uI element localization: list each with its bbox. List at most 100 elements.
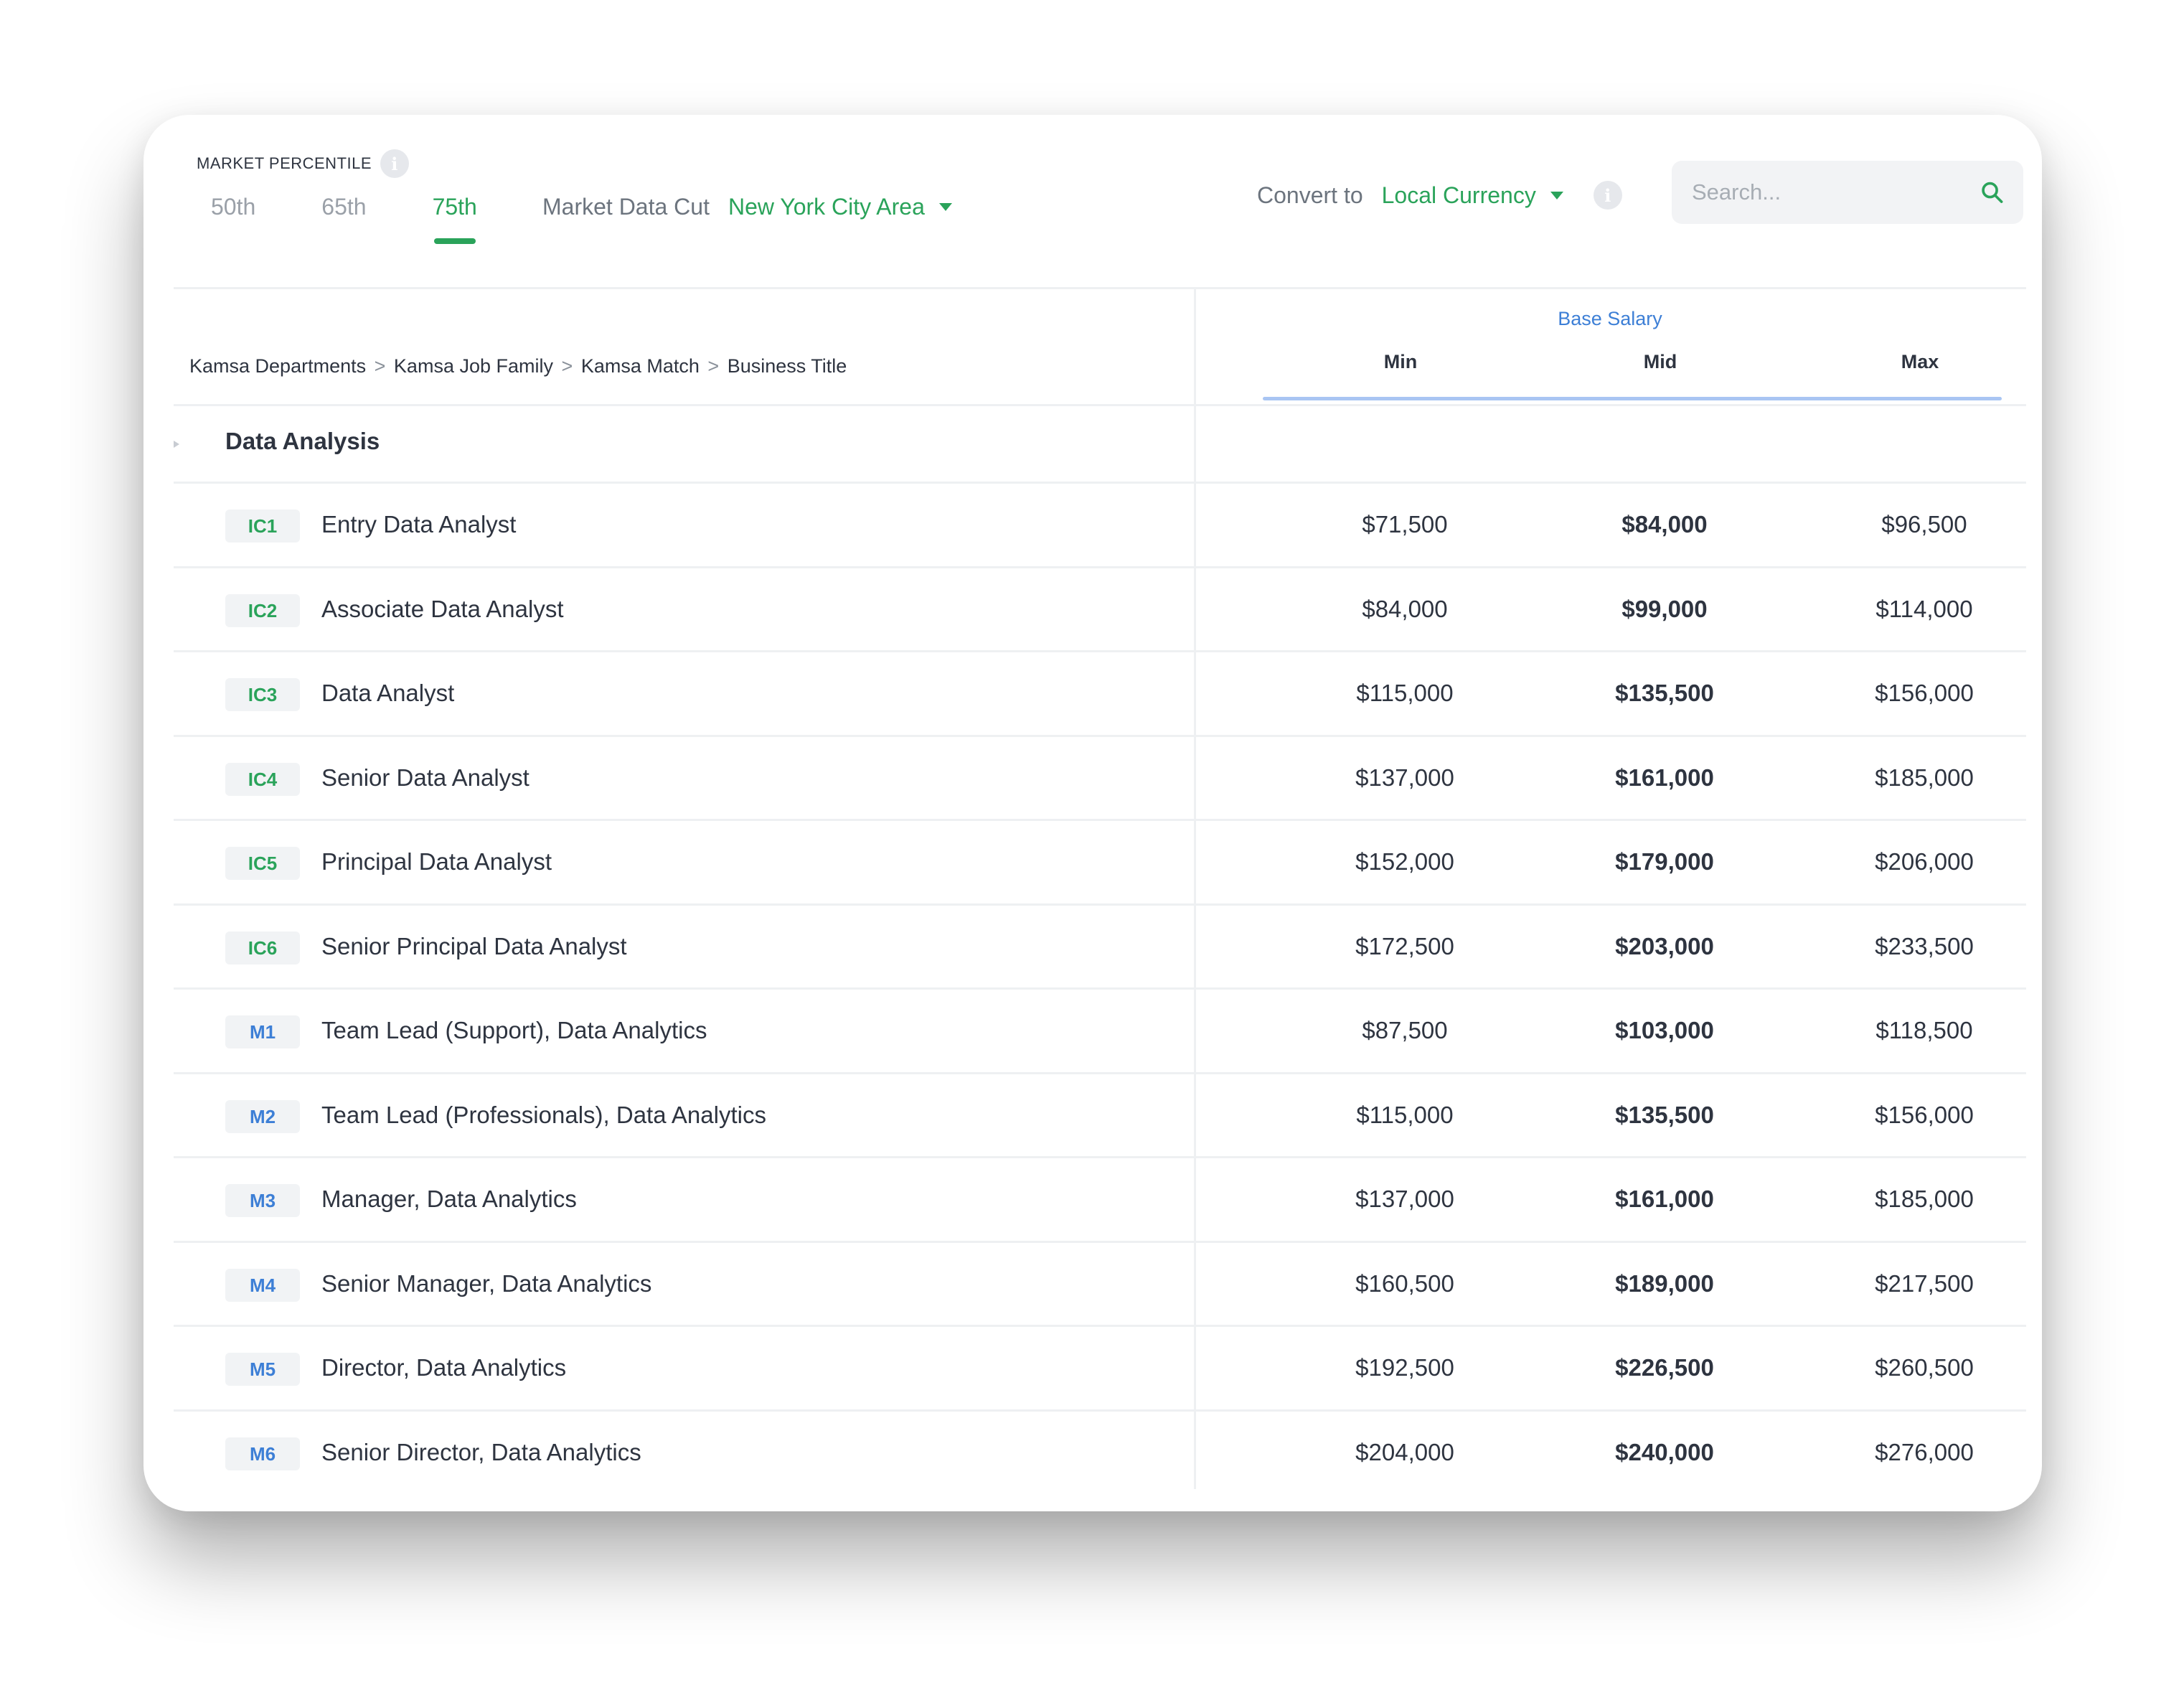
- group-row[interactable]: Data Analysis: [174, 406, 2026, 484]
- table-body: IC1 Entry Data Analyst $71,500 $84,000 $96,5…: [174, 484, 2026, 1493]
- market-percentile-text: MARKET PERCENTILE: [197, 154, 372, 172]
- chevron-right-icon[interactable]: [174, 441, 179, 448]
- breadcrumb-separator: >: [561, 355, 573, 377]
- salary-max: $276,000: [1875, 1438, 1974, 1465]
- table-row[interactable]: M2 Team Lead (Professionals), Data Analyt…: [174, 1074, 2026, 1158]
- job-title: Senior Manager, Data Analytics: [321, 1269, 652, 1297]
- base-salary-header: Base Salary: [1558, 308, 1662, 329]
- job-title: Principal Data Analyst: [321, 848, 552, 875]
- level-badge: IC6: [225, 931, 300, 964]
- caret-down-icon[interactable]: [1550, 191, 1563, 200]
- salary-min: $152,000: [1355, 848, 1454, 875]
- salary-max: $185,000: [1875, 764, 1974, 791]
- level-badge: M6: [225, 1437, 300, 1470]
- salary-min: $84,000: [1362, 595, 1448, 622]
- info-icon[interactable]: i: [1593, 181, 1622, 210]
- breadcrumb-separator: >: [707, 355, 720, 377]
- table-row[interactable]: IC2 Associate Data Analyst $84,000 $99,000 $…: [174, 568, 2026, 652]
- table-header: Kamsa Departments > Kamsa Job Family > K…: [174, 287, 2026, 406]
- job-title: Senior Director, Data Analytics: [321, 1438, 641, 1465]
- breadcrumb-item[interactable]: Kamsa Job Family: [394, 355, 553, 377]
- salary-table: Kamsa Departments > Kamsa Job Family > K…: [174, 287, 2026, 1493]
- percentile-tabs: 50th 65th 75th: [211, 194, 543, 244]
- salary-max: $118,500: [1875, 1017, 1973, 1043]
- salary-max: $206,000: [1875, 848, 1974, 875]
- salary-min: $172,500: [1355, 932, 1454, 959]
- table-row[interactable]: IC1 Entry Data Analyst $71,500 $84,000 $96,5…: [174, 484, 2026, 568]
- salary-max: $233,500: [1875, 932, 1974, 959]
- market-data-cut-dropdown[interactable]: New York City Area: [728, 194, 925, 220]
- salary-min: $115,000: [1356, 680, 1454, 706]
- tab-75th[interactable]: 75th: [433, 194, 477, 244]
- job-title: Director, Data Analytics: [321, 1354, 567, 1381]
- search-input[interactable]: [1690, 179, 1980, 206]
- salary-max: $156,000: [1875, 680, 1974, 706]
- job-title: Entry Data Analyst: [321, 511, 517, 538]
- tab-65th[interactable]: 65th: [321, 194, 366, 220]
- breadcrumb-separator: >: [374, 355, 386, 377]
- job-title: Team Lead (Support), Data Analytics: [321, 1017, 707, 1043]
- salary-mid: $240,000: [1615, 1438, 1714, 1465]
- table-row[interactable]: IC5 Principal Data Analyst $152,000 $179,00…: [174, 821, 2026, 906]
- job-title: Team Lead (Professionals), Data Analytic…: [321, 1101, 766, 1128]
- level-badge: IC3: [225, 678, 300, 711]
- salary-max: $260,500: [1875, 1354, 1974, 1381]
- info-icon[interactable]: i: [380, 149, 410, 178]
- breadcrumb-item[interactable]: Kamsa Departments: [189, 355, 366, 377]
- salary-mid: $179,000: [1615, 848, 1714, 875]
- table-row[interactable]: IC6 Senior Principal Data Analyst $172,500…: [174, 906, 2026, 990]
- column-header-min[interactable]: Min: [1329, 351, 1472, 373]
- salary-mid: $135,500: [1615, 680, 1714, 706]
- salary-mid: $203,000: [1615, 932, 1714, 959]
- level-badge: M4: [225, 1268, 300, 1302]
- salary-min: $160,500: [1355, 1269, 1454, 1297]
- salary-mid: $135,500: [1615, 1101, 1714, 1128]
- table-row[interactable]: M6 Senior Director, Data Analytics $204,00…: [174, 1412, 2026, 1494]
- search-box: [1672, 161, 2023, 224]
- salary-max: $96,500: [1881, 511, 1967, 538]
- salary-bands-card: MARKET PERCENTILE i 50th 65th 75th Marke…: [143, 115, 2042, 1511]
- level-badge: IC5: [225, 847, 300, 880]
- job-title: Manager, Data Analytics: [321, 1186, 577, 1212]
- currency-converter: Convert to Local Currency i: [1257, 181, 1622, 210]
- salary-mid: $99,000: [1621, 595, 1708, 622]
- salary-min: $71,500: [1362, 511, 1448, 538]
- column-header-mid[interactable]: Mid: [1588, 351, 1732, 373]
- level-badge: IC1: [225, 510, 300, 543]
- market-percentile-label: MARKET PERCENTILE i: [197, 149, 410, 178]
- salary-min: $87,500: [1362, 1017, 1448, 1043]
- table-row[interactable]: M3 Manager, Data Analytics $137,000 $161,00…: [174, 1158, 2026, 1243]
- breadcrumb: Kamsa Departments > Kamsa Job Family > K…: [189, 355, 847, 377]
- salary-mid: $84,000: [1621, 511, 1708, 538]
- salary-min: $115,000: [1356, 1101, 1454, 1128]
- table-row[interactable]: M1 Team Lead (Support), Data Analytics $87…: [174, 990, 2026, 1074]
- salary-max: $217,500: [1875, 1269, 1974, 1297]
- breadcrumb-item[interactable]: Kamsa Match: [581, 355, 700, 377]
- table-row[interactable]: M4 Senior Manager, Data Analytics $160,500…: [174, 1243, 2026, 1327]
- column-header-max[interactable]: Max: [1848, 351, 1992, 373]
- table-row[interactable]: IC3 Data Analyst $115,000 $135,500 $156,000: [174, 652, 2026, 737]
- group-name: Data Analysis: [225, 428, 380, 454]
- salary-mid: $103,000: [1615, 1017, 1714, 1043]
- level-badge: M2: [225, 1099, 300, 1133]
- search-icon[interactable]: [1980, 175, 2005, 210]
- job-title: Senior Data Analyst: [321, 764, 529, 791]
- salary-min: $204,000: [1355, 1438, 1454, 1465]
- breadcrumb-item[interactable]: Business Title: [728, 355, 847, 377]
- salary-mid: $161,000: [1615, 764, 1714, 791]
- tab-50th[interactable]: 50th: [211, 194, 255, 220]
- salary-min: $192,500: [1355, 1354, 1454, 1381]
- convert-to-label: Convert to: [1257, 182, 1363, 208]
- salary-max: $185,000: [1875, 1186, 1974, 1212]
- level-badge: IC4: [225, 762, 300, 796]
- salary-mid: $161,000: [1615, 1186, 1714, 1212]
- salary-min: $137,000: [1355, 764, 1454, 791]
- job-title: Data Analyst: [321, 680, 455, 706]
- level-badge: M5: [225, 1353, 300, 1386]
- currency-dropdown[interactable]: Local Currency: [1382, 182, 1536, 209]
- table-row[interactable]: M5 Director, Data Analytics $192,500 $226,5…: [174, 1327, 2026, 1412]
- salary-mid: $189,000: [1615, 1269, 1714, 1297]
- market-data-cut-label: Market Data Cut: [542, 194, 710, 220]
- caret-down-icon[interactable]: [938, 203, 952, 211]
- table-row[interactable]: IC4 Senior Data Analyst $137,000 $161,000 $1…: [174, 737, 2026, 821]
